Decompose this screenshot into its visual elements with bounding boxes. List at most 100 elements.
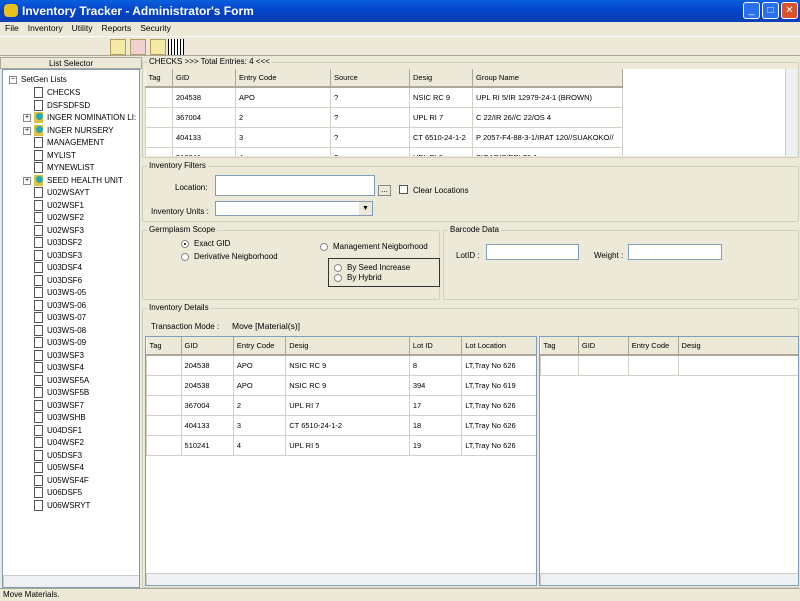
tree-item[interactable]: U03WSF5B	[34, 387, 89, 399]
tree-root[interactable]: − SetGen Lists	[9, 74, 67, 86]
tree-item[interactable]: U02WSAYT	[34, 187, 90, 199]
table-row[interactable]: 404133 3? CT 6510-24-1-2 P 2057-F4-88-3-1/I…	[145, 126, 623, 148]
inventory-units-select[interactable]: ▼	[215, 201, 373, 216]
tree-item[interactable]: MANAGEMENT	[34, 137, 104, 149]
tree-item[interactable]: U03WSF4	[34, 362, 84, 374]
tree-item[interactable]: U06DSF5	[34, 487, 82, 499]
tree-item[interactable]: U05WSF4F	[34, 474, 89, 487]
document-icon	[34, 187, 43, 198]
tree-item[interactable]: U02WSF2	[34, 212, 84, 224]
tree-item[interactable]: U03WS-05	[34, 287, 86, 299]
column-header[interactable]: Lot Location	[461, 337, 536, 356]
minimize-button[interactable]: _	[743, 2, 760, 19]
tree-item[interactable]: U03WS-08	[34, 324, 86, 337]
column-header[interactable]: Lot ID	[409, 337, 463, 356]
column-header[interactable]: Source	[330, 69, 410, 88]
column-header[interactable]: Entry Code	[235, 69, 331, 88]
tree-item[interactable]: U05DSF3	[34, 449, 82, 462]
table-row[interactable]: 404133 3 CT 6510-24-1-2 18 LT,Tray No 626	[146, 414, 536, 436]
selected-horizontal-scrollbar[interactable]	[540, 573, 798, 585]
tree-item[interactable]: U04WSF2	[34, 437, 84, 449]
expand-icon[interactable]: +	[23, 126, 31, 135]
by-seed-increase-radio[interactable]: By Seed Increase	[334, 263, 410, 272]
tree-item[interactable]: U02WSF3	[34, 224, 84, 237]
weight-input[interactable]	[628, 244, 722, 260]
tree-item[interactable]: U03WSF7	[34, 399, 84, 412]
list-tree[interactable]: − SetGen Lists CHECKS DSFSDFSD + INGER NOMIN…	[2, 69, 140, 588]
column-header[interactable]: Tag	[146, 337, 182, 356]
column-header[interactable]: GID	[181, 337, 234, 356]
tree-item[interactable]: U04DSF1	[34, 424, 82, 437]
chevron-down-icon[interactable]: ▼	[359, 202, 372, 215]
tree-item[interactable]: U03WSF3	[34, 349, 84, 362]
table-row[interactable]	[540, 354, 798, 376]
tree-item[interactable]: U03WS-06	[34, 299, 86, 312]
table-row[interactable]: 204538 APO NSIC RC 9 8 LT,Tray No 626	[146, 354, 536, 376]
table-row[interactable]: 367004 2? UPL RI 7C 22/IR 26//C 22/OS 4	[145, 106, 623, 128]
tree-item[interactable]: CHECKS	[34, 87, 80, 99]
location-input[interactable]	[215, 175, 375, 196]
lot-id-input[interactable]	[486, 244, 579, 260]
document-icon	[34, 262, 43, 273]
column-header[interactable]: Entry Code	[628, 337, 679, 356]
tree-item[interactable]: U03WS-07	[34, 312, 86, 324]
table-row[interactable]: 204538 APO? NSIC RC 9 UPL RI 5/IR 12979-24-…	[145, 86, 623, 108]
barcode-icon[interactable]	[168, 39, 184, 55]
clear-locations-checkbox[interactable]	[399, 185, 408, 194]
derivative-neighborhood-radio[interactable]: Derivative Neigborhood	[181, 252, 278, 261]
table-row[interactable]: 367004 2 UPL RI 7 17 LT,Tray No 626	[146, 394, 536, 416]
table-cell: CT 6510-24-1-2	[285, 414, 410, 436]
tree-item[interactable]: U06WSRYT	[34, 499, 90, 512]
menu-file[interactable]: File	[0, 22, 23, 33]
new-document-icon[interactable]	[110, 39, 126, 55]
management-neighborhood-radio[interactable]: Management Neigborhood	[320, 242, 428, 251]
printer-icon[interactable]	[150, 39, 166, 55]
tree-item[interactable]: MYNEWLIST	[34, 162, 95, 174]
tree-item[interactable]: U02WSF1	[34, 199, 84, 212]
column-header[interactable]: Tag	[540, 337, 579, 356]
column-header[interactable]: Group Name	[472, 69, 623, 88]
column-header[interactable]: Desig	[285, 337, 410, 356]
close-button[interactable]: ✕	[781, 2, 798, 19]
expand-icon[interactable]: +	[23, 114, 31, 122]
column-header[interactable]: Desig	[409, 69, 473, 88]
tree-item[interactable]: U03WSF5A	[34, 374, 89, 387]
table-cell: 4	[235, 146, 331, 156]
expand-icon[interactable]: +	[23, 176, 31, 185]
menu-reports[interactable]: Reports	[96, 22, 135, 33]
tree-item[interactable]: + INGER NURSERY	[23, 124, 114, 137]
table-row[interactable]: 5102414?UPL RI 5SIGADIS/BPI 76-1	[145, 146, 623, 156]
tree-item[interactable]: + INGER NOMINATION LI:	[23, 112, 136, 124]
column-header[interactable]: GID	[172, 69, 236, 88]
column-header[interactable]: Tag	[145, 69, 173, 88]
checks-vertical-scrollbar[interactable]	[785, 69, 797, 156]
details-horizontal-scrollbar[interactable]	[146, 573, 536, 585]
menu-inventory[interactable]: Inventory	[23, 22, 67, 33]
tree-item[interactable]: MYLIST	[34, 149, 76, 162]
maximize-button[interactable]: □	[762, 2, 779, 19]
browse-location-button[interactable]: ...	[378, 185, 391, 196]
column-header[interactable]: Entry Code	[233, 337, 287, 356]
tree-item[interactable]: U03DSF6	[34, 274, 82, 287]
tree-item[interactable]: U03WS-09	[34, 337, 86, 349]
tree-item[interactable]: U03DSF3	[34, 249, 82, 262]
by-hybrid-radio[interactable]: By Hybrid	[334, 273, 382, 282]
tree-item[interactable]: DSFSDFSD	[34, 99, 90, 112]
table-cell: NSIC RC 9	[285, 374, 410, 396]
menu-utility[interactable]: Utility	[67, 22, 97, 33]
tree-item[interactable]: U05WSF4	[34, 462, 84, 474]
tree-item[interactable]: U03WSHB	[34, 412, 86, 424]
tree-item[interactable]: + SEED HEALTH UNIT	[23, 174, 123, 187]
menu-security[interactable]: Security	[135, 22, 175, 33]
column-header[interactable]: Desig	[678, 337, 798, 356]
tree-item[interactable]: U03DSF2	[34, 237, 82, 249]
save-report-icon[interactable]	[130, 39, 146, 55]
table-cell: LT,Tray No 626	[461, 434, 536, 456]
column-header[interactable]: GID	[578, 337, 629, 356]
tree-horizontal-scrollbar[interactable]	[3, 575, 139, 587]
table-cell	[145, 106, 173, 128]
tree-item[interactable]: U03DSF4	[34, 262, 82, 274]
table-row[interactable]: 510241 4 UPL RI 5 19 LT,Tray No 626	[146, 434, 536, 456]
exact-gid-radio[interactable]: Exact GID	[181, 239, 230, 248]
table-row[interactable]: 204538 APO NSIC RC 9 394 LT,Tray No 619	[146, 374, 536, 396]
